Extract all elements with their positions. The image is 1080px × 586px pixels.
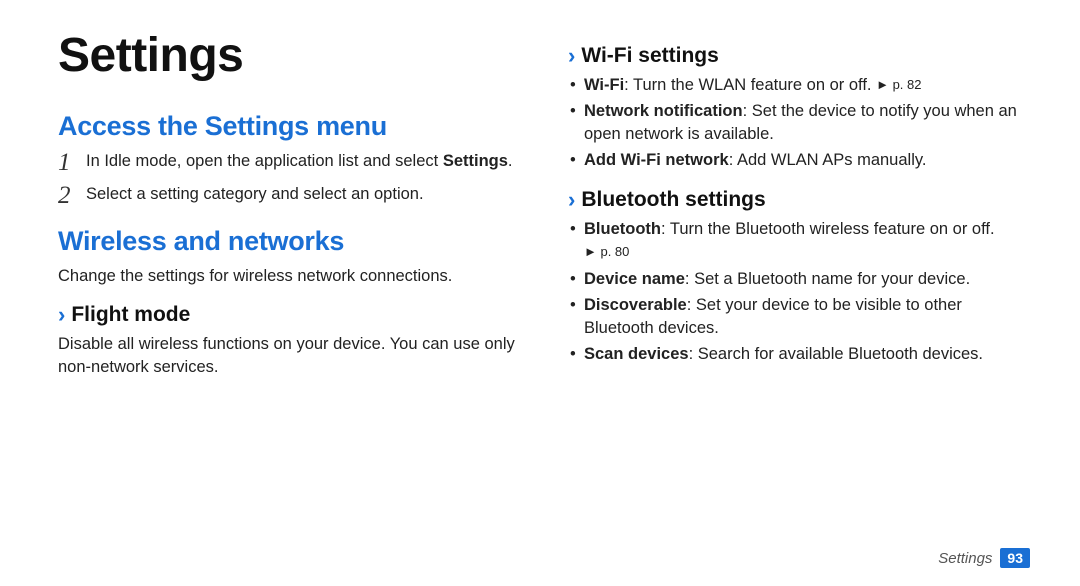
page: Settings Access the Settings menu 1 In I… <box>0 0 1080 586</box>
bluetooth-list: Bluetooth: Turn the Bluetooth wireless f… <box>568 218 1030 366</box>
left-column: Settings Access the Settings menu 1 In I… <box>58 28 520 384</box>
flight-mode-label: Flight mode <box>71 303 190 327</box>
item-text: : Set a Bluetooth name for your device. <box>685 270 970 288</box>
item-bold: Bluetooth <box>584 220 661 238</box>
section-access-heading: Access the Settings menu <box>58 111 520 142</box>
item-bold: Scan devices <box>584 345 689 363</box>
page-title: Settings <box>58 28 520 83</box>
list-item: Add Wi-Fi network: Add WLAN APs manually… <box>568 149 1030 172</box>
step1-post: . <box>508 152 513 170</box>
page-ref: ► p. 80 <box>584 244 629 259</box>
item-bold: Add Wi-Fi network <box>584 151 729 169</box>
item-text: : Add WLAN APs manually. <box>729 151 927 169</box>
item-bold: Wi-Fi <box>584 76 624 94</box>
step-number-icon: 1 <box>58 150 86 175</box>
page-ref: ► p. 82 <box>876 77 921 92</box>
item-bold: Device name <box>584 270 685 288</box>
wifi-settings-heading: › Wi-Fi settings <box>568 44 1030 68</box>
step-2: 2 Select a setting category and select a… <box>58 183 520 208</box>
list-item: Scan devices: Search for available Bluet… <box>568 343 1030 366</box>
step-1: 1 In Idle mode, open the application lis… <box>58 150 520 175</box>
list-item: Discoverable: Set your device to be visi… <box>568 294 1030 340</box>
wifi-settings-label: Wi-Fi settings <box>581 44 718 68</box>
wifi-list: Wi-Fi: Turn the WLAN feature on or off. … <box>568 74 1030 172</box>
item-text: : Turn the WLAN feature on or off. <box>624 76 876 94</box>
columns: Settings Access the Settings menu 1 In I… <box>58 28 1030 384</box>
footer-section-label: Settings <box>938 550 992 567</box>
section-wireless-heading: Wireless and networks <box>58 226 520 257</box>
flight-mode-heading: › Flight mode <box>58 303 520 327</box>
bluetooth-settings-heading: › Bluetooth settings <box>568 188 1030 212</box>
list-item: Network notification: Set the device to … <box>568 100 1030 146</box>
list-item: Device name: Set a Bluetooth name for yo… <box>568 268 1030 291</box>
wireless-desc: Change the settings for wireless network… <box>58 265 520 287</box>
step1-bold: Settings <box>443 152 508 170</box>
item-text: : Turn the Bluetooth wireless feature on… <box>661 220 995 238</box>
step1-pre: In Idle mode, open the application list … <box>86 152 443 170</box>
item-bold: Network notification <box>584 102 743 120</box>
chevron-right-icon: › <box>58 304 65 326</box>
steps-list: 1 In Idle mode, open the application lis… <box>58 150 520 208</box>
right-column: › Wi-Fi settings Wi-Fi: Turn the WLAN fe… <box>568 28 1030 384</box>
footer-page-number: 93 <box>1000 548 1030 568</box>
list-item: Wi-Fi: Turn the WLAN feature on or off. … <box>568 74 1030 97</box>
page-footer: Settings 93 <box>938 548 1030 568</box>
step-text: In Idle mode, open the application list … <box>86 150 520 172</box>
step-number-icon: 2 <box>58 183 86 208</box>
chevron-right-icon: › <box>568 189 575 211</box>
flight-mode-desc: Disable all wireless functions on your d… <box>58 333 520 378</box>
step-text: Select a setting category and select an … <box>86 183 520 205</box>
list-item: Bluetooth: Turn the Bluetooth wireless f… <box>568 218 1030 264</box>
item-text: : Search for available Bluetooth devices… <box>689 345 983 363</box>
chevron-right-icon: › <box>568 45 575 67</box>
bluetooth-settings-label: Bluetooth settings <box>581 188 765 212</box>
item-bold: Discoverable <box>584 296 687 314</box>
